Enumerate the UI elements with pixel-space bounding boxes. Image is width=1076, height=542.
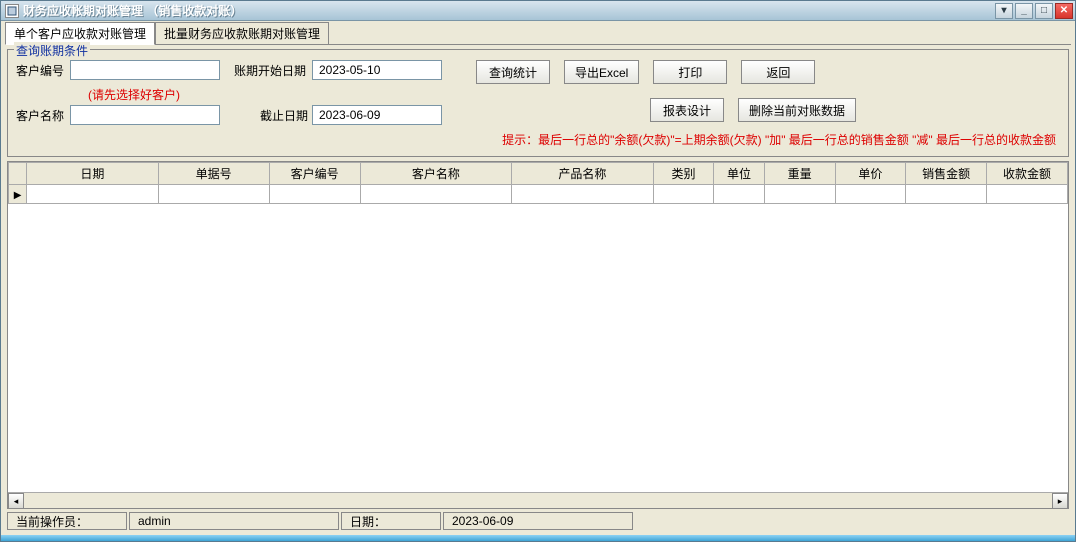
label-period-start: 账期开始日期 (234, 62, 312, 79)
window-controls: ▾ _ □ ✕ (995, 3, 1073, 19)
scroll-left-button[interactable]: ◂ (8, 493, 24, 509)
titlebar[interactable]: 财务应收帐期对账管理 （销售收款对账） ▾ _ □ ✕ (1, 1, 1075, 21)
col-price[interactable]: 单价 (835, 163, 906, 185)
fieldset-legend: 查询账期条件 (14, 42, 90, 59)
label-customer-name: 客户名称 (16, 107, 70, 124)
minimize-button[interactable]: _ (1015, 3, 1033, 19)
col-custno[interactable]: 客户编号 (269, 163, 360, 185)
horizontal-scrollbar[interactable]: ◂ ▸ (8, 492, 1068, 508)
print-button[interactable]: 打印 (653, 60, 727, 84)
row-indicator-icon: ▶ (14, 190, 22, 201)
tab-batch[interactable]: 批量财务应收款账期对账管理 (155, 22, 329, 45)
query-button[interactable]: 查询统计 (476, 60, 550, 84)
back-button[interactable]: 返回 (741, 60, 815, 84)
period-end-input[interactable] (312, 105, 442, 125)
hint-text: 提示：最后一行总的"余额(欠款)"=上期余额(欠款) "加" 最后一行总的销售金… (16, 131, 1060, 148)
window-title: 财务应收帐期对账管理 （销售收款对账） (23, 2, 995, 19)
col-date[interactable]: 日期 (27, 163, 158, 185)
col-docno[interactable]: 单据号 (158, 163, 269, 185)
delete-data-button[interactable]: 删除当前对账数据 (738, 98, 856, 122)
col-weight[interactable]: 重量 (764, 163, 835, 185)
customer-no-input[interactable] (70, 60, 220, 80)
grid-corner (9, 163, 27, 185)
please-select-hint: (请先选择好客户) (88, 86, 180, 103)
status-date-value: 2023-06-09 (443, 512, 633, 530)
status-operator-value: admin (129, 512, 339, 530)
report-design-button[interactable]: 报表设计 (650, 98, 724, 122)
close-button[interactable]: ✕ (1055, 3, 1073, 19)
period-start-input[interactable] (312, 60, 442, 80)
table-row[interactable]: ▶ (9, 185, 1068, 204)
col-sales[interactable]: 销售金额 (906, 163, 987, 185)
label-customer-no: 客户编号 (16, 62, 70, 79)
customer-name-input[interactable] (70, 105, 220, 125)
query-conditions-fieldset: 查询账期条件 客户编号 账期开始日期 (请先选择好客户) 客户名称 (7, 49, 1069, 157)
col-receipt[interactable]: 收款金额 (987, 163, 1068, 185)
status-bar: 当前操作员： admin 日期： 2023-06-09 (5, 511, 1071, 531)
sysmenu-down-button[interactable]: ▾ (995, 3, 1013, 19)
tab-bar: 单个客户应收款对账管理 批量财务应收款账期对账管理 (5, 23, 1071, 45)
label-period-end: 截止日期 (234, 107, 312, 124)
status-operator-label: 当前操作员： (7, 512, 127, 530)
export-excel-button[interactable]: 导出Excel (564, 60, 639, 84)
maximize-button[interactable]: □ (1035, 3, 1053, 19)
data-grid: 日期 单据号 客户编号 客户名称 产品名称 类别 单位 重量 单价 销售金额 收… (7, 161, 1069, 509)
grid-header-row: 日期 单据号 客户编号 客户名称 产品名称 类别 单位 重量 单价 销售金额 收… (9, 163, 1068, 185)
scroll-right-button[interactable]: ▸ (1052, 493, 1068, 509)
client-area: 单个客户应收款对账管理 批量财务应收款账期对账管理 查询账期条件 客户编号 账期… (1, 21, 1075, 535)
app-window: 财务应收帐期对账管理 （销售收款对账） ▾ _ □ ✕ 单个客户应收款对账管理 … (0, 0, 1076, 542)
col-product[interactable]: 产品名称 (512, 163, 653, 185)
status-date-label: 日期： (341, 512, 441, 530)
col-category[interactable]: 类别 (653, 163, 714, 185)
col-custname[interactable]: 客户名称 (360, 163, 512, 185)
app-icon (5, 4, 19, 18)
col-unit[interactable]: 单位 (714, 163, 765, 185)
scroll-track[interactable] (24, 493, 1052, 508)
footer-bar (1, 535, 1075, 541)
grid-table: 日期 单据号 客户编号 客户名称 产品名称 类别 单位 重量 单价 销售金额 收… (8, 162, 1068, 204)
